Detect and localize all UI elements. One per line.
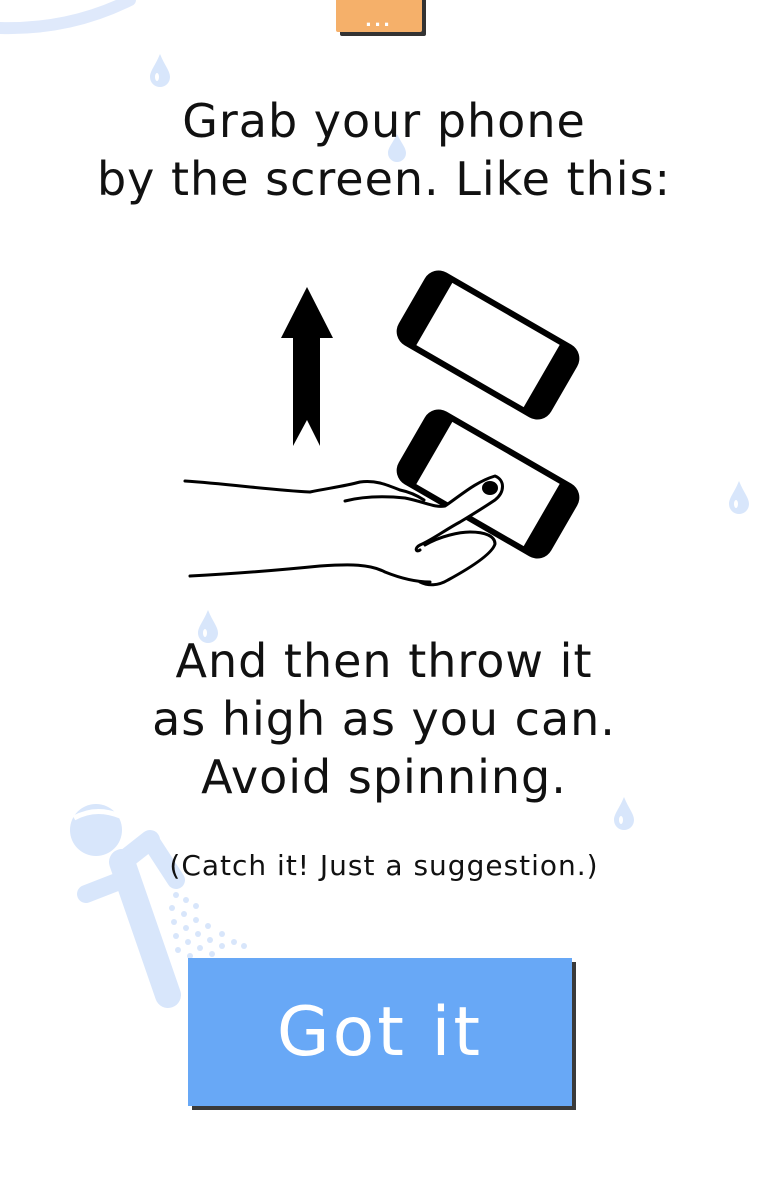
menu-button[interactable]: ... [336,0,426,36]
more-icon: ... [365,6,393,31]
suggestion-note: (Catch it! Just a suggestion.) [169,849,599,882]
title-line-1: Grab your phone [182,94,586,148]
person-spraying-icon [70,804,185,1008]
instructions-line-1: And then throw it [175,634,593,688]
got-it-label: Got it [276,992,484,1072]
screen: ... Grab your phone by the screen. Like … [0,0,768,1184]
throw-phone-illustration [183,270,580,587]
up-arrow-icon [281,287,333,446]
instructions-line-2: as high as you can. [152,692,616,746]
spray-dots [169,892,247,959]
page-title: Grab your phone by the screen. Like this… [0,92,768,208]
got-it-button[interactable]: Got it [188,958,576,1110]
title-line-2: by the screen. Like this: [96,152,672,206]
hand-holding-phone-icon [183,409,580,587]
instructions: And then throw it as high as you can. Av… [0,632,768,806]
water-drop-icon [729,481,749,514]
arc-icon [0,0,136,35]
water-drop-icon [150,54,170,87]
instructions-line-3: Avoid spinning. [201,750,567,804]
phone-icon [396,270,580,420]
